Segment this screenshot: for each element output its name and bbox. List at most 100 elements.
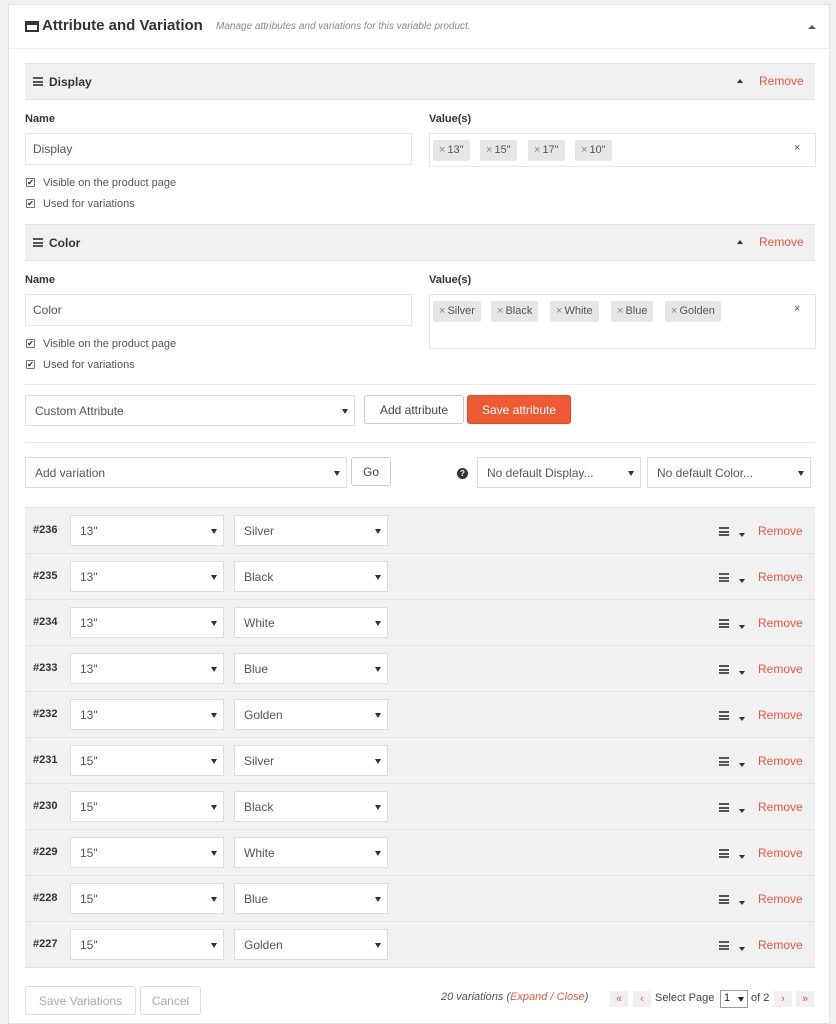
remove-variation-link[interactable]: Remove [758, 662, 803, 676]
drag-handle-icon[interactable] [719, 527, 729, 536]
visible-checkbox[interactable]: ✔ [26, 339, 35, 348]
variation-display-select[interactable]: 15" [70, 883, 224, 914]
value-tag[interactable]: × Black [491, 301, 539, 322]
expand-variation-icon[interactable] [739, 717, 745, 721]
tag-remove-icon[interactable]: × [581, 144, 587, 156]
expand-variation-icon[interactable] [739, 855, 745, 859]
expand-variation-icon[interactable] [739, 947, 745, 951]
drag-handle-icon[interactable] [719, 619, 729, 628]
variation-color-select[interactable]: Blue [234, 653, 388, 684]
remove-variation-link[interactable]: Remove [758, 754, 803, 768]
save-attribute-button[interactable]: Save attribute [467, 395, 571, 424]
variation-color-select[interactable]: Blue [234, 883, 388, 914]
remove-variation-link[interactable]: Remove [758, 708, 803, 722]
variation-display-select[interactable]: 13" [70, 653, 224, 684]
attribute-values-input[interactable]: × Silver × Black × White × Blue × Golden × [429, 294, 816, 349]
custom-attribute-select[interactable]: Custom Attribute [25, 395, 355, 426]
variation-display-select[interactable]: 13" [70, 515, 224, 546]
value-tag[interactable]: × 17" [528, 140, 565, 161]
add-attribute-button[interactable]: Add attribute [364, 395, 464, 424]
remove-variation-link[interactable]: Remove [758, 616, 803, 630]
variation-color-select[interactable]: Golden [234, 699, 388, 730]
variation-display-select[interactable]: 15" [70, 837, 224, 868]
collapse-attribute-icon[interactable] [737, 240, 743, 244]
tag-remove-icon[interactable]: × [486, 144, 492, 156]
variations-checkbox[interactable]: ✔ [26, 199, 35, 208]
collapse-attribute-icon[interactable] [737, 79, 743, 83]
value-tag[interactable]: × Blue [611, 301, 654, 322]
tag-remove-icon[interactable]: × [439, 144, 445, 156]
attribute-name-input[interactable]: Display [25, 133, 412, 165]
prev-page-button[interactable]: ‹ [633, 991, 651, 1007]
attribute-values-input[interactable]: × 13" × 15" × 17" × 10" × [429, 133, 816, 167]
value-tag[interactable]: × White [550, 301, 599, 322]
variation-color-select[interactable]: Golden [234, 929, 388, 960]
value-tag[interactable]: × 10" [575, 140, 612, 161]
expand-variation-icon[interactable] [739, 763, 745, 767]
value-tag[interactable]: × 15" [480, 140, 517, 161]
remove-attribute-link[interactable]: Remove [759, 74, 804, 88]
cancel-button[interactable]: Cancel [140, 986, 201, 1015]
attribute-header-color[interactable]: Color Remove [25, 224, 815, 261]
default-color-select[interactable]: No default Color... [647, 457, 811, 488]
remove-variation-link[interactable]: Remove [758, 892, 803, 906]
close-link[interactable]: Close [557, 991, 585, 1003]
clear-values-icon[interactable]: × [794, 303, 800, 315]
remove-attribute-link[interactable]: Remove [759, 235, 804, 249]
expand-variation-icon[interactable] [739, 533, 745, 537]
drag-handle-icon[interactable] [719, 895, 729, 904]
clear-values-icon[interactable]: × [794, 142, 800, 154]
last-page-button[interactable]: » [796, 991, 814, 1007]
variation-display-select[interactable]: 15" [70, 929, 224, 960]
drag-handle-icon[interactable] [719, 803, 729, 812]
default-display-select[interactable]: No default Display... [477, 457, 641, 488]
variation-display-select[interactable]: 15" [70, 745, 224, 776]
value-tag[interactable]: × Golden [665, 301, 721, 322]
expand-link[interactable]: Expand [510, 991, 547, 1003]
variation-color-select[interactable]: White [234, 607, 388, 638]
attribute-name-input[interactable]: Color [25, 294, 412, 326]
expand-variation-icon[interactable] [739, 671, 745, 675]
remove-variation-link[interactable]: Remove [758, 524, 803, 538]
variation-display-select[interactable]: 13" [70, 699, 224, 730]
expand-variation-icon[interactable] [739, 901, 745, 905]
drag-handle-icon[interactable] [719, 665, 729, 674]
remove-variation-link[interactable]: Remove [758, 570, 803, 584]
variations-checkbox[interactable]: ✔ [26, 360, 35, 369]
add-variation-select[interactable]: Add variation [25, 457, 347, 488]
tag-remove-icon[interactable]: × [439, 305, 445, 317]
value-tag[interactable]: × Silver [433, 301, 481, 322]
variation-color-select[interactable]: Black [234, 791, 388, 822]
attribute-header-display[interactable]: Display Remove [25, 63, 815, 100]
tag-remove-icon[interactable]: × [671, 305, 677, 317]
expand-variation-icon[interactable] [739, 579, 745, 583]
variation-color-select[interactable]: Black [234, 561, 388, 592]
value-tag[interactable]: × 13" [433, 140, 470, 161]
next-page-button[interactable]: › [774, 991, 792, 1007]
collapse-panel-icon[interactable] [808, 25, 816, 29]
variation-display-select[interactable]: 15" [70, 791, 224, 822]
expand-variation-icon[interactable] [739, 809, 745, 813]
variation-color-select[interactable]: Silver [234, 515, 388, 546]
remove-variation-link[interactable]: Remove [758, 800, 803, 814]
drag-handle-icon[interactable] [719, 711, 729, 720]
remove-variation-link[interactable]: Remove [758, 846, 803, 860]
tag-remove-icon[interactable]: × [617, 305, 623, 317]
page-select[interactable]: 1 [720, 990, 748, 1008]
drag-handle-icon[interactable] [719, 757, 729, 766]
tag-remove-icon[interactable]: × [556, 305, 562, 317]
tag-remove-icon[interactable]: × [534, 144, 540, 156]
drag-handle-icon[interactable] [719, 849, 729, 858]
variation-display-select[interactable]: 13" [70, 607, 224, 638]
first-page-button[interactable]: « [610, 991, 628, 1007]
go-button[interactable]: Go [351, 457, 391, 486]
visible-checkbox[interactable]: ✔ [26, 178, 35, 187]
drag-handle-icon[interactable] [719, 573, 729, 582]
help-icon[interactable]: ? [457, 468, 468, 479]
tag-remove-icon[interactable]: × [497, 305, 503, 317]
variation-display-select[interactable]: 13" [70, 561, 224, 592]
variation-color-select[interactable]: Silver [234, 745, 388, 776]
expand-variation-icon[interactable] [739, 625, 745, 629]
drag-handle-icon[interactable] [719, 941, 729, 950]
save-variations-button[interactable]: Save Variations [25, 986, 136, 1015]
